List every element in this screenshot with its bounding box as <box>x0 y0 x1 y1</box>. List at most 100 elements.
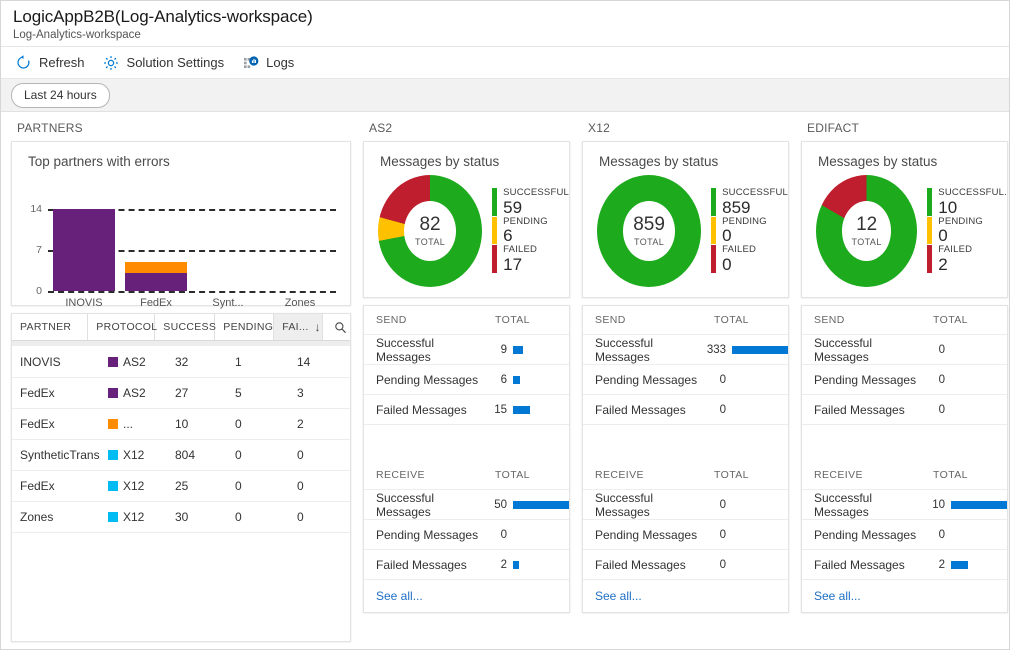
stat-label: Successful Messages <box>814 335 873 364</box>
legend-color-bar <box>711 245 717 274</box>
bar-segment-edifact[interactable] <box>125 261 187 274</box>
receive-stat-row[interactable]: Failed Messages 2 <box>364 550 569 580</box>
see-all-link[interactable]: See all... <box>364 580 569 612</box>
solution-settings-label: Solution Settings <box>126 55 225 70</box>
column-header-protocol[interactable]: PROTOCOL <box>88 314 157 340</box>
send-stat-row[interactable]: Successful Messages 333 <box>583 335 788 365</box>
donut-legend: SUCCESSFUL. 10 PENDING 0 FAILED 2 <box>927 187 1007 275</box>
receive-stat-row[interactable]: Failed Messages 2 <box>802 550 1007 580</box>
receive-stat-row[interactable]: Pending Messages 0 <box>583 520 788 550</box>
y-axis-tick-label: 7 <box>36 244 42 256</box>
legend-text: PENDING 6 <box>503 216 548 246</box>
arrow-down-icon: ↓ <box>314 320 321 334</box>
send-stat-row[interactable]: Pending Messages 0 <box>802 365 1007 395</box>
send-stat-row[interactable]: Successful Messages 0 <box>802 335 1007 365</box>
cell-pending: 0 <box>235 510 242 524</box>
send-section-label: SEND <box>376 314 407 326</box>
legend-value: 59 <box>503 197 523 217</box>
receive-stat-row[interactable]: Pending Messages 0 <box>802 520 1007 550</box>
table-row[interactable]: Zones X12 30 0 0 <box>12 502 350 533</box>
cell-pending: 1 <box>235 355 242 369</box>
stat-bar <box>951 560 968 569</box>
refresh-button[interactable]: Refresh <box>11 51 93 74</box>
legend-item: FAILED 2 <box>927 245 1007 275</box>
send-stat-row[interactable]: Pending Messages 6 <box>364 365 569 395</box>
receive-stat-row[interactable]: Successful Messages 0 <box>583 490 788 520</box>
receive-total-label: TOTAL <box>714 469 749 481</box>
legend-value: 6 <box>503 226 513 246</box>
cell-failed: 2 <box>297 417 304 431</box>
cell-protocol: ... <box>100 417 167 431</box>
receive-stat-row[interactable]: Failed Messages 0 <box>583 550 788 580</box>
send-stat-row[interactable]: Failed Messages 0 <box>802 395 1007 425</box>
messages-donut-chart[interactable]: 859 TOTAL <box>597 175 702 287</box>
legend-item: FAILED 17 <box>492 245 569 274</box>
send-stat-row[interactable]: Failed Messages 0 <box>583 395 788 425</box>
send-total-label: TOTAL <box>495 314 530 326</box>
column-header-partner[interactable]: PARTNER <box>12 314 89 340</box>
column-header-success[interactable]: SUCCESS <box>155 314 216 340</box>
legend-item: SUCCESSFUL 859 <box>711 187 788 216</box>
legend-value: 2 <box>938 255 948 275</box>
messages-donut-chart[interactable]: 82 TOTAL <box>378 175 483 287</box>
solution-settings-button[interactable]: Solution Settings <box>99 51 233 74</box>
bar-segment-as2[interactable] <box>125 273 187 291</box>
bar-group[interactable] <box>264 209 336 291</box>
table-row[interactable]: FedEx... 10 0 2 <box>12 409 350 440</box>
column-header-pending[interactable]: PENDING <box>215 314 275 340</box>
stat-value: 6 <box>500 373 507 386</box>
legend-text: SUCCESSFUL 59 <box>503 187 569 217</box>
legend-color-bar <box>492 245 498 274</box>
top-partners-chart-card[interactable]: Top partners with errors 0 7 14 INOVIS FedEx… <box>11 141 351 309</box>
receive-section-label: RECEIVE <box>814 469 863 481</box>
messages-by-status-card[interactable]: Messages by status 12 TOTAL SUCCESSFUL. 10 PE… <box>801 141 1008 298</box>
bar-group[interactable] <box>120 209 192 291</box>
top-partners-bar-chart[interactable]: 0 7 14 INOVIS FedEx Synt... Zones <box>22 183 338 309</box>
messages-donut-chart[interactable]: 12 TOTAL <box>816 175 918 287</box>
cell-failed: 0 <box>297 448 304 462</box>
messages-by-status-card[interactable]: Messages by status 859 TOTAL SUCCESSFUL 859 P… <box>582 141 789 298</box>
protocol-column-header: AS2 <box>369 121 393 135</box>
cell-partner: SyntheticTrans <box>20 448 100 462</box>
receive-stat-row[interactable]: Pending Messages 0 <box>364 520 569 550</box>
bar-segment-as2[interactable] <box>53 209 115 291</box>
page-title: LogicAppB2B(Log-Analytics-workspace) <box>13 7 313 26</box>
stat-value: 50 <box>494 498 507 511</box>
table-row[interactable]: FedEx X12 25 0 0 <box>12 471 350 502</box>
receive-stat-row[interactable]: Successful Messages 50 <box>364 490 569 520</box>
table-row[interactable]: FedEx AS2 27 5 3 <box>12 378 350 409</box>
cell-pending: 0 <box>235 417 242 431</box>
see-all-link[interactable]: See all... <box>583 580 788 612</box>
table-row[interactable]: INOVIS AS2 32 1 14 <box>12 347 350 378</box>
send-total-label: TOTAL <box>933 314 968 326</box>
bar-group[interactable] <box>48 209 120 291</box>
receive-total-label: TOTAL <box>495 469 530 481</box>
stat-label: Failed Messages <box>595 557 686 572</box>
send-stat-row[interactable]: Pending Messages 0 <box>583 365 788 395</box>
receive-section-header: RECEIVE TOTAL <box>583 461 788 490</box>
table-row[interactable]: SyntheticTrans X12 804 0 0 <box>12 440 350 471</box>
messages-by-status-card[interactable]: Messages by status 82 TOTAL SUCCESSFUL 59 PEN… <box>363 141 570 298</box>
protocol-color-swatch <box>108 357 118 367</box>
donut-legend: SUCCESSFUL 59 PENDING 6 FAILED 17 <box>492 187 569 275</box>
column-header-fai[interactable]: FAI... ↓ <box>274 314 324 340</box>
legend-text: FAILED 17 <box>503 245 537 274</box>
receive-stat-row[interactable]: Successful Messages 10 <box>802 490 1007 520</box>
search-icon[interactable] <box>323 314 350 340</box>
legend-item: PENDING 0 <box>927 216 1007 245</box>
stat-value: 0 <box>500 528 507 541</box>
chart-title: Top partners with errors <box>28 154 170 169</box>
cell-failed: 3 <box>297 386 304 400</box>
send-stat-row[interactable]: Failed Messages 15 <box>364 395 569 425</box>
see-all-link[interactable]: See all... <box>802 580 1007 612</box>
time-range-filter[interactable]: Last 24 hours <box>11 82 110 108</box>
bar-group[interactable] <box>192 209 264 291</box>
protocol-color-swatch <box>108 419 118 429</box>
logs-button[interactable]: Logs <box>238 51 302 74</box>
send-stat-row[interactable]: Successful Messages 9 <box>364 335 569 365</box>
x-axis-tick-label: FedEx <box>140 297 172 309</box>
send-total-label: TOTAL <box>714 314 749 326</box>
cell-partner: FedEx <box>20 417 55 431</box>
legend-text: FAILED 2 <box>938 245 972 275</box>
